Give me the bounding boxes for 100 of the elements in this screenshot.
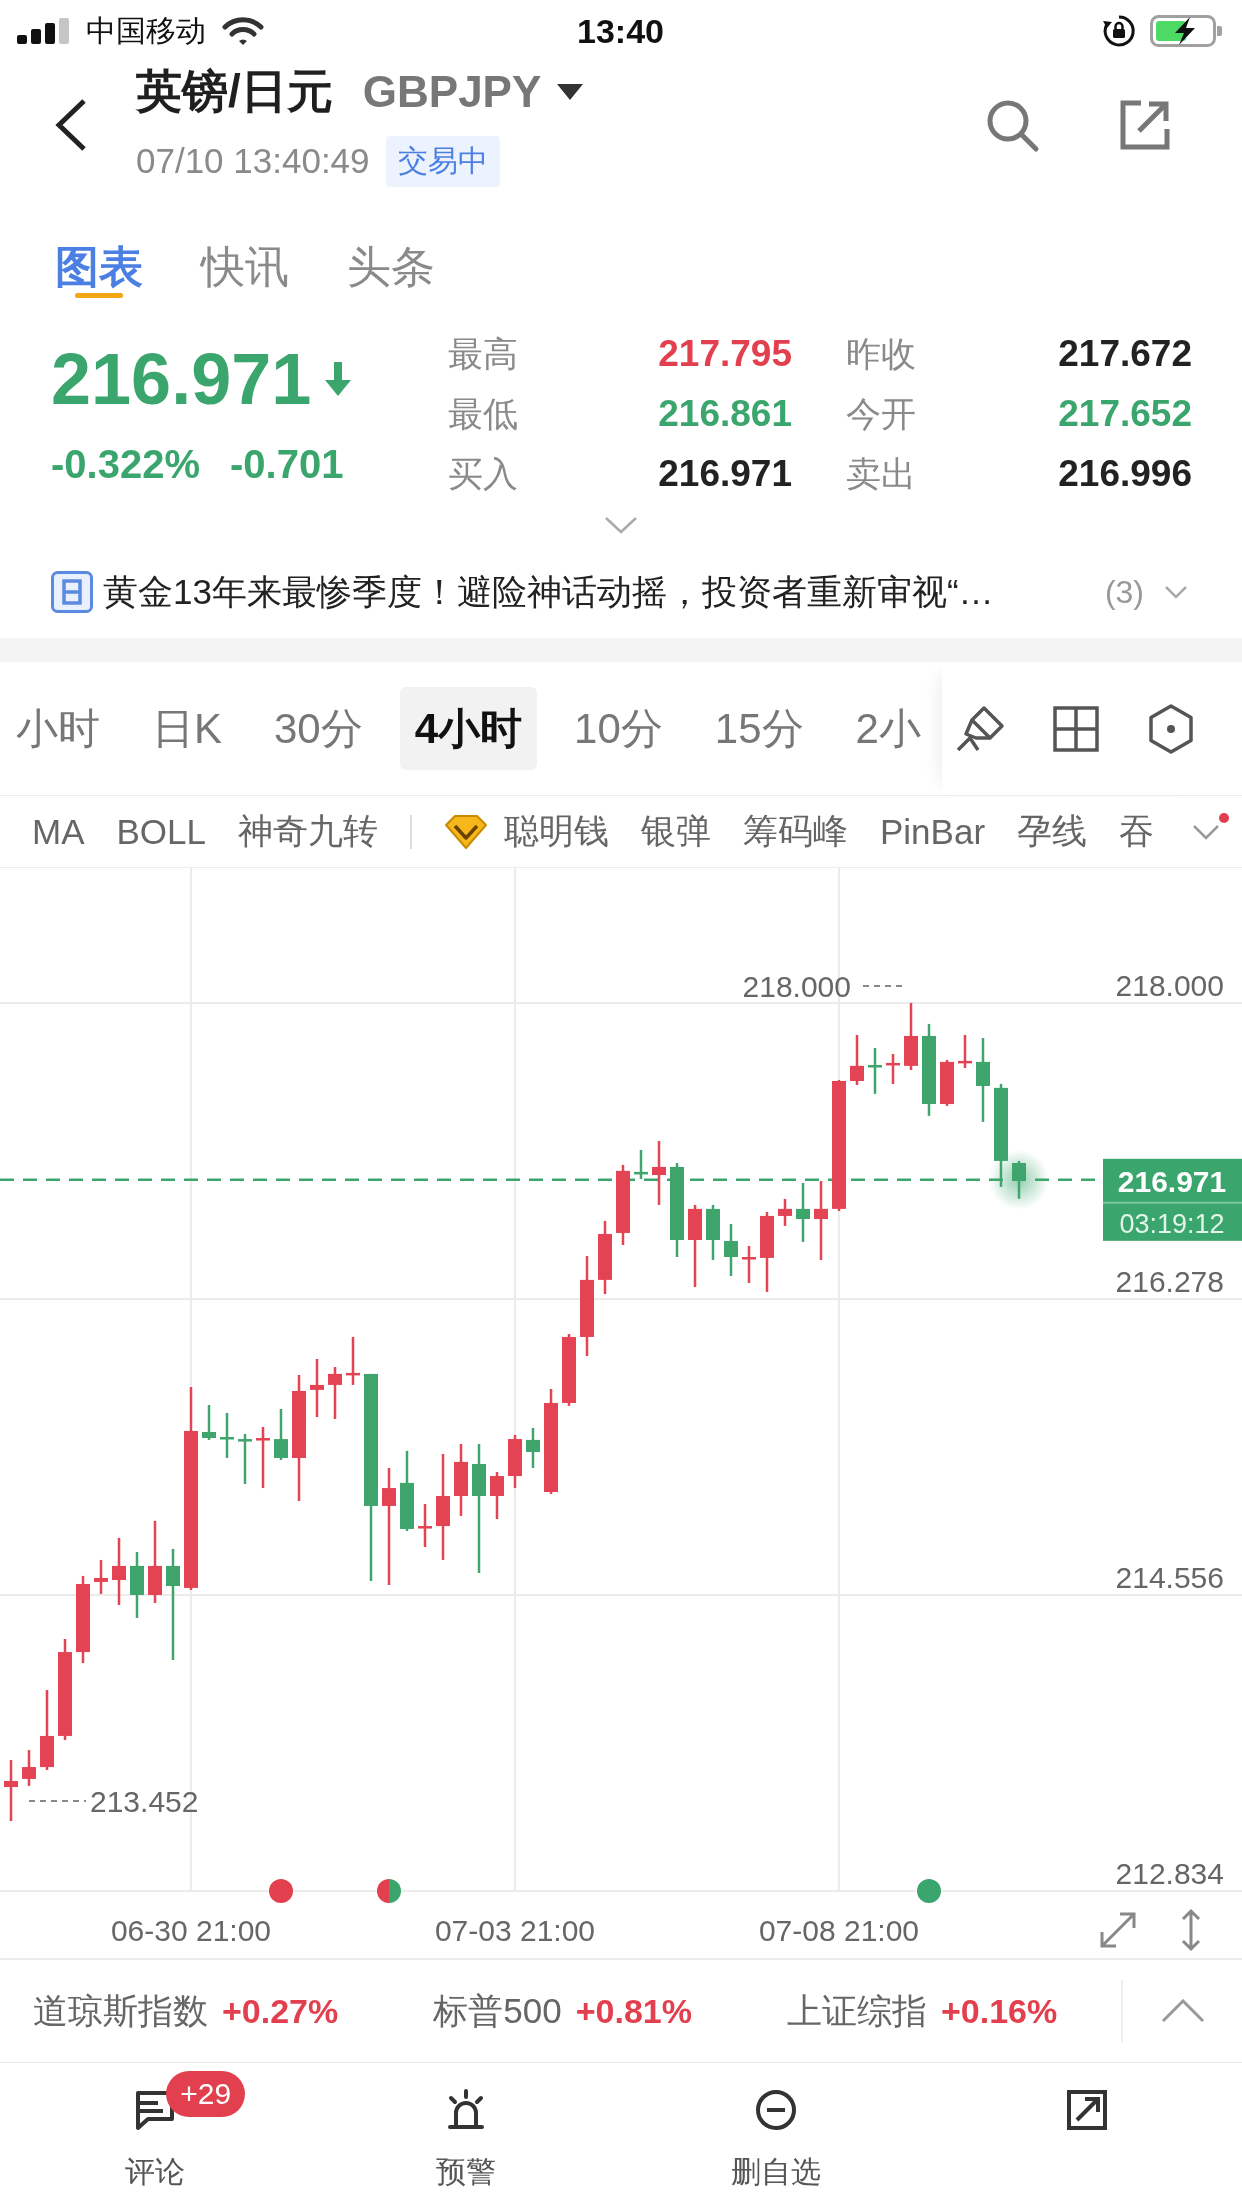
stat-value: 216.971 [658,453,792,495]
chevron-down-icon [604,516,638,534]
back-icon [54,97,88,153]
stat-value: 217.672 [1058,333,1192,375]
symbol-dropdown[interactable]: GBPJPY [362,67,584,117]
tab[interactable]: 头条 [347,205,435,305]
stat-label: 今开 [846,392,916,435]
indicator-tab[interactable]: 筹码峰 [743,808,848,855]
candlestick [796,1182,810,1242]
index-change: +0.81% [575,1991,692,2031]
candlestick [742,1246,756,1283]
stat-label: 最低 [448,392,518,435]
period-tab[interactable]: 10分 [559,687,678,770]
candlestick [112,1537,126,1605]
indicator-tab[interactable]: PinBar [880,811,986,852]
settings-button[interactable] [1146,703,1196,754]
stat-value: 216.861 [658,393,792,435]
candlestick [886,1054,900,1084]
candlestick [724,1224,738,1276]
period-tab[interactable]: 2小 [840,687,936,770]
battery-icon [1150,15,1224,47]
candlestick [940,1060,954,1106]
high-price-label: 218.000 [742,969,851,1003]
change-value: -0.701 [230,441,344,487]
minus-circle-icon [754,2088,799,2132]
index-change: +0.27% [222,1991,339,2031]
indicator-tab[interactable]: 银弹 [641,808,711,855]
chevron-down-icon [1164,585,1188,599]
period-tab[interactable]: 日K [137,687,237,770]
share-button[interactable] [1119,99,1171,151]
expand-icon [1098,1910,1138,1950]
price-axis-label: 216.278 [1115,1264,1224,1298]
stat-label: 卖出 [846,452,916,495]
news-count: (3) [1104,573,1144,611]
draw-tool-button[interactable] [956,703,1006,754]
candlestick [274,1409,288,1461]
candlestick [454,1444,468,1516]
index-name: 标普500 [433,1989,562,2032]
indicator-tab[interactable]: MA [32,811,85,852]
news-headline[interactable]: 黄金13年来最惨季度！避险神话动摇，投资者重新审视“… [103,568,994,616]
time-axis-label: 07-08 21:00 [758,1914,920,1947]
diamond-icon [444,813,488,850]
share-icon [1064,2088,1109,2132]
candlestick [220,1412,234,1458]
caret-icon [557,84,584,100]
candlestick [418,1504,432,1547]
candlestick [328,1367,342,1419]
indicator-tab[interactable]: 吞 [1119,808,1155,855]
candlestick [130,1552,144,1618]
rotation-lock-icon [1102,14,1136,48]
time-axis-label: 07-03 21:00 [434,1914,596,1947]
pair-title: 英镑/日元 [136,64,333,119]
candlestick [508,1434,522,1489]
count-badge: +29 [166,2071,246,2117]
indicator-tab[interactable]: 聪明钱 [444,808,609,855]
time-axis-label: 06-30 21:00 [110,1914,272,1947]
layout-button[interactable] [1051,703,1101,754]
candlestick [1012,1160,1026,1199]
period-tab[interactable]: 15分 [699,687,819,770]
share-icon [1119,99,1171,151]
candlestick [868,1048,882,1094]
carrier-name: 中国移动 [86,12,206,49]
candlestick [958,1034,972,1068]
tab[interactable]: 快讯 [201,205,289,305]
stat-value: 217.795 [658,333,792,375]
price-axis-label: 214.556 [1115,1561,1224,1594]
scale-button[interactable] [1179,1908,1203,1952]
stat-value: 216.996 [1058,453,1192,495]
candlestick [778,1198,792,1226]
period-tab[interactable]: 4小时 [399,687,538,770]
candlestick [652,1141,666,1205]
fullscreen-button[interactable] [1098,1910,1138,1950]
leader-line [28,1800,87,1803]
news-icon [51,571,93,613]
nav-item[interactable]: 预警 [435,2063,496,2208]
expand-button[interactable] [604,516,638,534]
indicator-tab[interactable]: BOLL [116,811,206,852]
index-change: +0.16% [940,1991,1058,2031]
candlestick [22,1750,36,1786]
stat-value: 217.652 [1058,393,1192,435]
candlestick [490,1472,504,1519]
tab[interactable]: 图表 [55,205,143,305]
nav-item[interactable]: 删自选 [731,2063,822,2208]
price-tag-value: 216.971 [1117,1164,1227,1198]
back-button[interactable] [54,97,88,153]
period-tab[interactable]: 30分 [259,687,378,770]
indicator-tab[interactable]: 孕线 [1017,808,1088,855]
index-name: 上证综指 [786,1989,927,2032]
low-price-label: 213.452 [90,1785,199,1819]
wifi-icon [221,15,265,47]
up-down-arrow-icon [1179,1908,1203,1952]
signal-icon [17,18,71,44]
trading-status-badge: 交易中 [385,135,500,187]
candlestick [850,1034,864,1085]
indicator-tab[interactable]: 神奇九转 [238,808,378,855]
period-tab[interactable]: 小时 [1,687,115,770]
stat-label: 最高 [448,332,518,375]
chevron-down-icon [1192,823,1220,840]
stat-label: 买入 [448,452,518,495]
candlestick [526,1427,540,1468]
